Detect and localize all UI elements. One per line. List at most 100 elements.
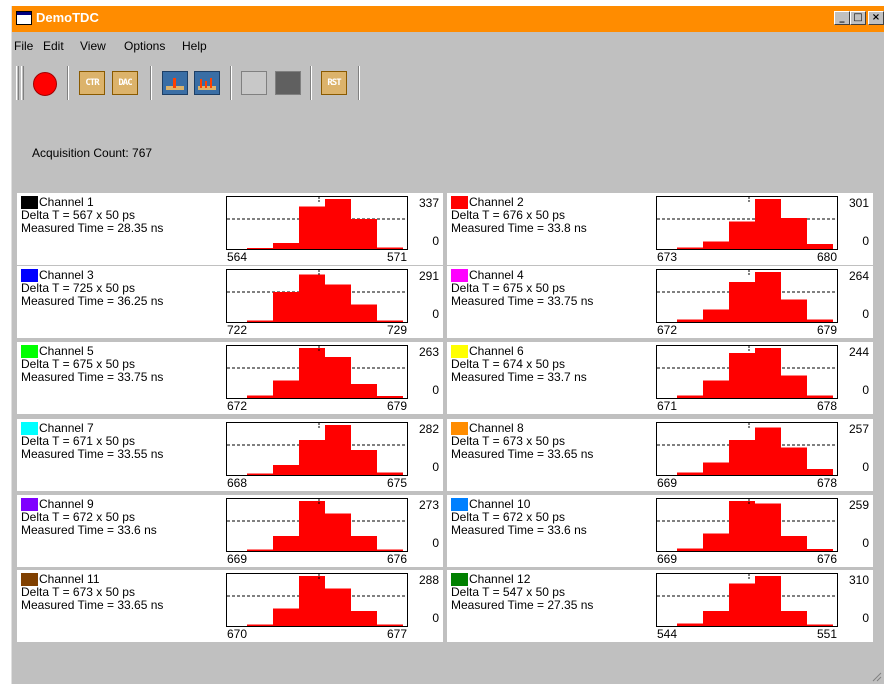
channel-panel: Channel 4 Delta T = 675 x 50 ps Measured T… [447, 266, 873, 338]
toolbar-separator [67, 66, 69, 100]
x-max-label: 676 [817, 552, 838, 566]
histogram-bar [247, 395, 273, 398]
histogram-svg [657, 574, 837, 626]
x-max-label: 676 [387, 552, 408, 566]
delta-t: Delta T = 674 x 50 ps [451, 357, 565, 371]
x-min-label: 669 [657, 476, 678, 490]
histogram-bar [703, 380, 729, 398]
delta-t: Delta T = 673 x 50 ps [451, 434, 565, 448]
measured-time: Measured Time = 33.6 ns [21, 523, 157, 537]
menu-file[interactable]: File [14, 39, 33, 53]
multi-histogram-button[interactable] [194, 71, 220, 95]
y-max-label: 288 [418, 573, 439, 587]
histogram-svg [227, 423, 407, 475]
histogram-bar [377, 549, 403, 551]
channel-name: Channel 11 [39, 572, 100, 586]
histogram-bar [325, 357, 351, 398]
y-min-label: 0 [432, 234, 439, 248]
delta-t: Delta T = 675 x 50 ps [21, 357, 135, 371]
x-min-label: 544 [657, 627, 678, 641]
y-min-label: 0 [432, 460, 439, 474]
histogram-bar [703, 462, 729, 475]
dark-display-button[interactable] [275, 71, 301, 95]
x-max-label: 729 [387, 323, 408, 337]
delta-t: Delta T = 676 x 50 ps [451, 208, 565, 222]
histogram-bar [729, 282, 755, 322]
y-max-label: 264 [848, 269, 869, 283]
measured-time: Measured Time = 33.75 ns [451, 294, 594, 308]
y-min-label: 0 [432, 536, 439, 550]
histogram-bar [273, 608, 299, 626]
menu-options[interactable]: Options [124, 39, 165, 53]
toolbar: CTR DAC RST [12, 62, 372, 102]
delta-t: Delta T = 673 x 50 ps [21, 585, 135, 599]
y-max-label: 291 [418, 269, 439, 283]
histogram-bar [755, 348, 781, 398]
histogram-bar [273, 292, 299, 322]
histogram-bar [377, 624, 403, 626]
y-max-label: 263 [418, 345, 439, 359]
histogram-bar [729, 440, 755, 475]
ctr-button[interactable]: CTR [79, 71, 105, 95]
histogram-plot [226, 269, 408, 323]
histogram-bar [351, 450, 377, 475]
histogram-bar [729, 583, 755, 626]
dac-button[interactable]: DAC [112, 71, 138, 95]
measured-time: Measured Time = 33.55 ns [21, 447, 164, 461]
channel-name: Channel 1 [39, 195, 94, 209]
histogram-bar [677, 548, 703, 551]
delta-t: Delta T = 725 x 50 ps [21, 281, 135, 295]
measured-time: Measured Time = 28.35 ns [21, 221, 164, 235]
menu-bar: File Edit View Options Help [12, 36, 884, 56]
x-min-label: 668 [227, 476, 248, 490]
title-bar[interactable]: DemoTDC _ □ × [12, 6, 884, 32]
delta-t: Delta T = 675 x 50 ps [451, 281, 565, 295]
record-button[interactable] [33, 72, 57, 96]
menu-view[interactable]: View [80, 39, 106, 53]
y-min-label: 0 [862, 234, 869, 248]
histogram-bar [299, 501, 325, 551]
y-max-label: 310 [848, 573, 869, 587]
histogram-svg [227, 574, 407, 626]
histogram-bar [273, 465, 299, 475]
menu-help[interactable]: Help [182, 39, 207, 53]
histogram-icon [166, 78, 184, 90]
histogram-bar [729, 353, 755, 398]
histogram-svg [657, 346, 837, 398]
channel-name: Channel 9 [39, 497, 94, 511]
light-display-button[interactable] [241, 71, 267, 95]
histogram-bar [807, 244, 833, 249]
histogram-bar [351, 536, 377, 551]
y-min-label: 0 [432, 611, 439, 625]
histogram-bar [247, 248, 273, 249]
histogram-bar [703, 309, 729, 322]
x-max-label: 677 [387, 627, 408, 641]
resize-grip-icon[interactable] [870, 670, 882, 682]
histogram-bar [325, 425, 351, 475]
y-max-label: 337 [418, 196, 439, 210]
histogram-bar [729, 501, 755, 551]
y-min-label: 0 [862, 383, 869, 397]
histogram-bar [807, 395, 833, 398]
minimize-button[interactable]: _ [834, 11, 850, 25]
histogram-bar [299, 440, 325, 475]
toolbar-grip-2[interactable] [21, 66, 24, 100]
histogram-bar [247, 624, 273, 626]
histogram-bar [703, 533, 729, 551]
histogram-view-button[interactable] [162, 71, 188, 95]
histogram-svg [657, 270, 837, 322]
y-max-label: 273 [418, 498, 439, 512]
x-min-label: 671 [657, 399, 678, 413]
measured-time: Measured Time = 27.35 ns [451, 598, 594, 612]
close-button[interactable]: × [868, 11, 884, 25]
menu-edit[interactable]: Edit [43, 39, 64, 53]
toolbar-grip[interactable] [16, 66, 19, 100]
maximize-button[interactable]: □ [850, 11, 866, 25]
y-max-label: 282 [418, 422, 439, 436]
histogram-bar [703, 611, 729, 626]
rst-button[interactable]: RST [321, 71, 347, 95]
toolbar-separator [310, 66, 312, 100]
histogram-bar [377, 396, 403, 398]
histogram-bar [781, 611, 807, 626]
channel-panel: Channel 11 Delta T = 673 x 50 ps Measured … [17, 570, 443, 642]
